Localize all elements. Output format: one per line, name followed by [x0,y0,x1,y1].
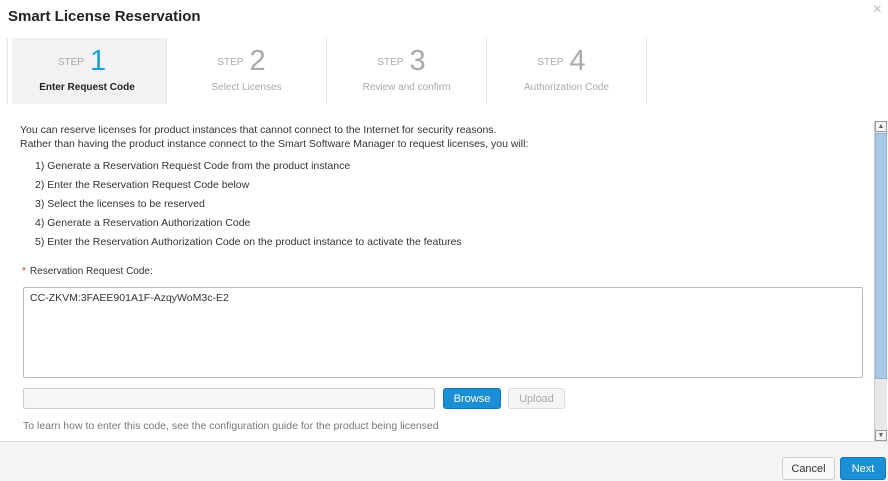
wizard-steps: STEP 1 Enter Request Code STEP 2 Select Li… [7,38,647,104]
intro-line: Rather than having the product instance … [20,138,529,150]
request-code-input[interactable] [23,287,863,378]
list-item: 5) Enter the Reservation Authorization C… [35,236,462,248]
step-number: 3 [409,45,426,77]
upload-button[interactable]: Upload [508,388,565,409]
scroll-down-icon[interactable]: ▼ [875,430,887,441]
step-name: Enter Request Code [39,82,135,93]
browse-button[interactable]: Browse [443,388,501,409]
step-3: STEP 3 Review and confirm [327,38,487,104]
scrollbar[interactable]: ▲ ▼ [874,121,887,441]
instructions-list: 1) Generate a Reservation Request Code f… [35,160,462,255]
step-1: STEP 1 Enter Request Code [7,38,167,104]
hint-text: To learn how to enter this code, see the… [23,420,439,432]
next-button[interactable]: Next [840,457,886,480]
step-name: Select Licenses [211,82,282,93]
step-label: STEP [57,57,84,68]
step-name: Authorization Code [523,82,610,93]
step-label: STEP [537,57,564,68]
step-4: STEP 4 Authorization Code [487,38,647,104]
step-label: STEP [377,57,404,68]
list-item: 2) Enter the Reservation Request Code be… [35,179,250,191]
step-name: Review and confirm [362,82,451,93]
list-item: 3) Select the licenses to be reserved [35,198,205,210]
required-mark: * [22,266,26,277]
close-icon[interactable]: × [873,1,882,19]
scroll-up-icon[interactable]: ▲ [875,121,887,132]
step-number: 1 [89,45,107,77]
field-label: * Reservation Request Code: [22,266,153,277]
step-label: STEP [217,57,244,68]
intro-text: You can reserve licenses for product ins… [20,123,528,151]
file-path-input[interactable] [23,388,435,409]
list-item: 4) Generate a Reservation Authorization … [35,217,251,229]
step-2: STEP 2 Select Licenses [167,38,327,104]
dialog-title: Smart License Reservation [8,8,201,25]
cancel-button[interactable]: Cancel [782,457,835,480]
dialog-footer: Cancel Next [0,441,888,481]
step-number: 4 [569,45,586,77]
content-area: You can reserve licenses for product ins… [0,120,873,441]
scroll-thumb[interactable] [875,133,887,379]
field-label-text: Reservation Request Code: [29,266,153,277]
step-number: 2 [249,45,266,77]
list-item: 1) Generate a Reservation Request Code f… [35,160,351,172]
intro-line: You can reserve licenses for product ins… [20,124,497,136]
